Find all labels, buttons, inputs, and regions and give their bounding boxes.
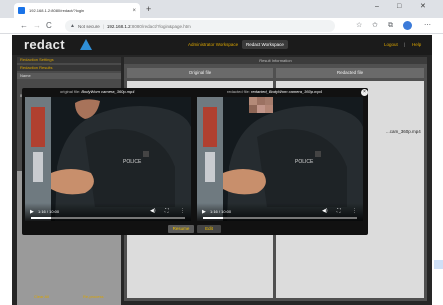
original-video-controls: ▶ 1:16 / 10:00 ◀) ⛶ ⋮ [25, 203, 191, 221]
app-logo: redact [24, 37, 65, 52]
logo-mark-icon [80, 39, 92, 50]
sidebar-item-label: Redaction Results [20, 65, 53, 70]
modal-close-button[interactable]: × [361, 89, 368, 96]
video-progress-fill [203, 217, 224, 219]
url-divider: | [102, 23, 104, 29]
svg-text:POLICE: POLICE [295, 159, 314, 165]
extensions-icon[interactable]: ⧉ [388, 21, 393, 31]
redacted-label-text: redacted file: [227, 89, 250, 94]
help-link[interactable]: Help [412, 42, 421, 47]
name-column-header[interactable]: Name [17, 73, 121, 79]
browser-tab-strip: 192.168.1.2:8080/redact/?login × + – □ ✕ [0, 0, 443, 18]
video-compare-modal: original file: BodyWorn camera_360p.mp4 … [22, 88, 368, 235]
profile-icon[interactable] [403, 21, 412, 30]
sidebar-item-settings[interactable]: Redaction Settings [17, 57, 121, 63]
clear-all-button[interactable]: Clear All [34, 294, 49, 299]
tab-title: 192.168.1.2:8080/redact/?login [29, 8, 85, 13]
star-icon[interactable]: ☆ [356, 21, 362, 31]
reload-button[interactable]: C [46, 20, 52, 31]
redacted-file-name: redacted_BodyWorn camera_360p.mp4 [251, 89, 322, 94]
header-separator: | [404, 42, 406, 47]
more-options-icon[interactable]: ⋮ [180, 208, 185, 214]
maximize-button[interactable]: □ [397, 3, 401, 11]
fullscreen-icon[interactable]: ⛶ [337, 208, 341, 214]
play-icon[interactable]: ▶ [202, 209, 206, 215]
menu-icon[interactable]: ⋯ [424, 21, 431, 31]
video-progress-fill [31, 217, 52, 219]
tab-administrator-workspace[interactable]: Administrator Workspace [184, 40, 242, 49]
address-bar[interactable]: ▲ Not secure | 192.168.1.2 :8080/redact/… [65, 20, 335, 32]
svg-text:POLICE: POLICE [123, 159, 142, 165]
forward-button[interactable]: → [33, 20, 41, 31]
page-edge-marker [434, 260, 443, 269]
reprocess-button[interactable]: Re-process [83, 294, 103, 299]
screen: 192.168.1.2:8080/redact/?login × + – □ ✕… [0, 0, 443, 305]
play-icon[interactable]: ▶ [30, 209, 34, 215]
original-file-label: original file: BodyWorn camera_360p.mp4 [60, 89, 135, 94]
collections-icon[interactable]: ✩ [372, 21, 378, 31]
favicon-icon [18, 7, 25, 14]
sidebar-item-results[interactable]: Redaction Results [17, 65, 121, 71]
video-time: 1:16 / 10:00 [210, 209, 232, 214]
close-window-button[interactable]: ✕ [420, 3, 426, 11]
app-header: redact Administrator Workspace Redact Wo… [12, 35, 432, 55]
sidebar-item-label: Redaction Settings [20, 57, 54, 62]
original-video-player[interactable]: POLICE ▶ 1:16 / 10:00 ◀) ⛶ ⋮ [25, 97, 191, 221]
video-progress-bar[interactable] [203, 217, 357, 219]
fullscreen-icon[interactable]: ⛶ [165, 208, 169, 214]
video-time: 1:16 / 10:00 [38, 209, 60, 214]
browser-tab[interactable]: 192.168.1.2:8080/redact/?login × [14, 3, 140, 18]
more-options-icon[interactable]: ⋮ [352, 208, 357, 214]
security-warning: Not secure [77, 23, 100, 29]
original-file-name: BodyWorn camera_360p.mp4 [81, 89, 135, 94]
volume-icon[interactable]: ◀) [322, 208, 328, 214]
redacted-filename[interactable]: ...cam_360p.mp4 [386, 129, 421, 134]
new-tab-button[interactable]: + [146, 4, 151, 14]
video-progress-bar[interactable] [31, 217, 185, 219]
resume-button[interactable]: Resume [168, 225, 194, 233]
tab-redact-workspace[interactable]: Redact Workspace [242, 40, 288, 49]
original-label-text: original file: [60, 89, 81, 94]
redacted-video-player[interactable]: POLICE ▶ 1:16 / 10:00 ◀) ⛶ ⋮ [197, 97, 363, 221]
back-button[interactable]: ← [20, 20, 28, 31]
minimize-button[interactable]: – [375, 3, 379, 11]
redacted-file-header: Redacted file [276, 68, 424, 78]
tab-close-icon[interactable]: × [132, 8, 136, 14]
name-column-label: Name [20, 73, 31, 78]
redacted-video-controls: ▶ 1:16 / 10:00 ◀) ⛶ ⋮ [197, 203, 363, 221]
url-host: 192.168.1.2 [106, 23, 131, 29]
warning-icon: ▲ [70, 23, 75, 29]
original-file-header: Original file [127, 68, 273, 78]
panel-title: Result Information [124, 57, 427, 64]
edit-button[interactable]: Edit [197, 225, 221, 233]
logout-link[interactable]: Logout [384, 42, 398, 47]
browser-toolbar: ← → C ▲ Not secure | 192.168.1.2 :8080/r… [0, 18, 443, 34]
url-path: :8080/redact/?login&page.htm [130, 23, 191, 29]
volume-icon[interactable]: ◀) [150, 208, 156, 214]
redacted-file-label: redacted file: redacted_BodyWorn camera_… [227, 89, 322, 94]
